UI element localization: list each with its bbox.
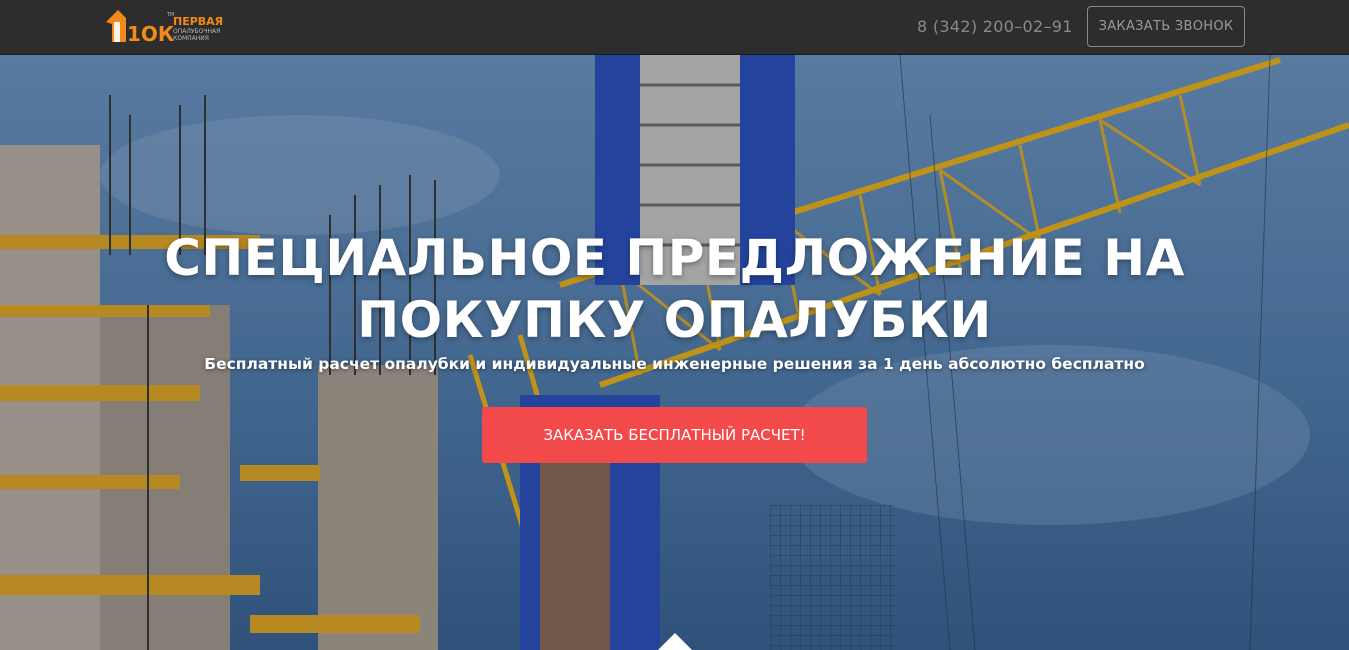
order-calculation-button[interactable]: ЗАКАЗАТЬ БЕСПЛАТНЫЙ РАСЧЕТ! <box>482 407 867 463</box>
call-request-button[interactable]: ЗАКАЗАТЬ ЗВОНОК <box>1087 6 1245 47</box>
hero-title-line1: СПЕЦИАЛЬНОЕ ПРЕДЛОЖЕНИЕ НА <box>164 229 1185 287</box>
hero-section: СПЕЦИАЛЬНОЕ ПРЕДЛОЖЕНИЕ НА ПОКУПКУ ОПАЛУ… <box>0 55 1349 650</box>
hero-title: СПЕЦИАЛЬНОЕ ПРЕДЛОЖЕНИЕ НА ПОКУПКУ ОПАЛУ… <box>0 227 1349 351</box>
hero-overlay <box>0 55 1349 650</box>
logo-line3: КОМПАНИЯ <box>173 35 209 42</box>
site-header: 1ОК TM ПЕРВАЯ ОПАЛУБОЧНАЯ КОМПАНИЯ 8 (34… <box>0 0 1349 55</box>
hero-title-line2: ПОКУПКУ ОПАЛУБКИ <box>357 291 992 349</box>
logo-mark: 1ОК <box>127 22 175 44</box>
header-phone[interactable]: 8 (342) 200–02–91 <box>917 17 1073 36</box>
logo-line1: ПЕРВАЯ <box>173 15 223 28</box>
company-logo[interactable]: 1ОК TM ПЕРВАЯ ОПАЛУБОЧНАЯ КОМПАНИЯ <box>104 8 239 44</box>
hero-subtitle: Бесплатный расчет опалубки и индивидуаль… <box>204 355 1145 373</box>
logo-line2: ОПАЛУБОЧНАЯ <box>173 28 220 35</box>
scroll-down-icon[interactable] <box>657 629 693 650</box>
